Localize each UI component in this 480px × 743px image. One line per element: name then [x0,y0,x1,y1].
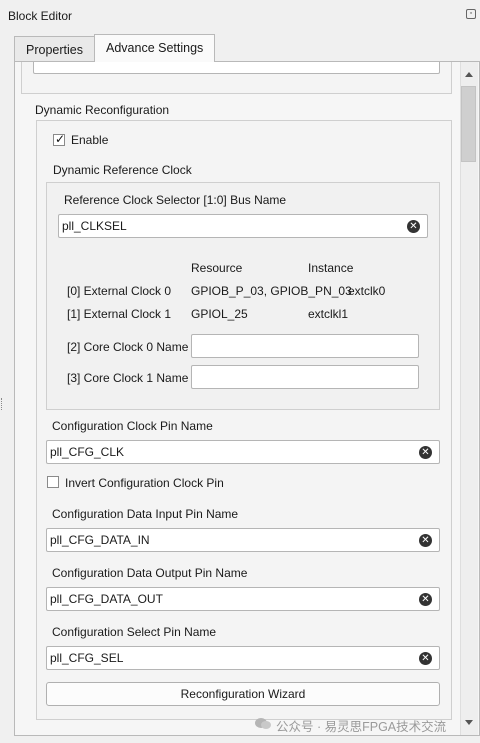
instance-header: Instance [308,261,354,275]
cfg-clk-label: Configuration Clock Pin Name [52,419,213,433]
cfg-data-out-value: pll_CFG_DATA_OUT [50,592,163,606]
cfg-data-in-label: Configuration Data Input Pin Name [52,507,239,521]
invert-clock-checkbox[interactable] [47,476,59,488]
clear-icon[interactable]: ✕ [419,446,432,459]
enable-checkbox[interactable]: ✓ [53,132,66,146]
bus-name-input[interactable]: pll_CLKSEL ✕ [58,214,428,238]
clock-row-instance: extclk0 [348,284,386,298]
clock-row-resource: GPIOL_25 [191,307,248,321]
chevron-up-icon[interactable] [465,72,473,77]
clear-icon[interactable]: ✕ [419,593,432,606]
tab-advance-settings[interactable]: Advance Settings [94,34,216,62]
vertical-scrollbar[interactable] [460,62,478,735]
clear-icon[interactable]: ✕ [419,652,432,665]
clock-row-instance: extclkl1 [308,307,349,321]
bus-name-label: Reference Clock Selector [1:0] Bus Name [64,193,287,207]
watermark-text: 公众号 · 易灵思FPGA技术交流 [276,720,447,734]
previous-field[interactable] [33,62,440,74]
core-clock-1-label: [3] Core Clock 1 Name [67,371,189,385]
window-title: Block Editor [8,9,73,23]
float-window-icon[interactable]: ▫ [466,9,476,19]
core-clock-0-input[interactable] [191,334,419,358]
cfg-data-out-input[interactable]: pll_CFG_DATA_OUT ✕ [46,587,440,611]
core-clock-1-input[interactable] [191,365,419,389]
invert-clock-label: Invert Configuration Clock Pin [65,476,224,490]
clear-icon[interactable]: ✕ [419,534,432,547]
tab-properties[interactable]: Properties [14,36,95,62]
bus-name-value: pll_CLKSEL [62,219,127,233]
reconfiguration-wizard-button[interactable]: Reconfiguration Wizard [46,682,440,706]
cfg-data-in-value: pll_CFG_DATA_IN [50,533,150,547]
chevron-down-icon[interactable] [465,720,473,725]
resource-header: Resource [191,261,243,275]
resize-grip[interactable] [1,398,4,410]
cfg-data-in-input[interactable]: pll_CFG_DATA_IN ✕ [46,528,440,552]
core-clock-0-label: [2] Core Clock 0 Name [67,340,189,354]
cfg-clk-input[interactable]: pll_CFG_CLK ✕ [46,440,440,464]
scroll-area: Dynamic Reconfiguration ✓ Enable Dynamic… [15,62,460,735]
scrollbar-thumb[interactable] [461,86,476,162]
clock-row-resource: GPIOB_P_03, GPIOB_PN_03 [191,284,352,298]
cfg-data-out-label: Configuration Data Output Pin Name [52,566,248,580]
wechat-icon [255,718,271,729]
check-icon: ✓ [55,132,66,146]
cfg-sel-input[interactable]: pll_CFG_SEL ✕ [46,646,440,670]
dynamic-reconfig-title: Dynamic Reconfiguration [35,103,170,117]
dynamic-ref-clock-title: Dynamic Reference Clock [53,163,192,177]
clear-icon[interactable]: ✕ [407,220,420,233]
clock-row-name: [0] External Clock 0 [67,284,172,298]
enable-label: Enable [71,133,109,147]
clock-row-name: [1] External Clock 1 [67,307,172,321]
cfg-sel-label: Configuration Select Pin Name [52,625,217,639]
cfg-clk-value: pll_CFG_CLK [50,445,125,459]
cfg-sel-value: pll_CFG_SEL [50,651,124,665]
